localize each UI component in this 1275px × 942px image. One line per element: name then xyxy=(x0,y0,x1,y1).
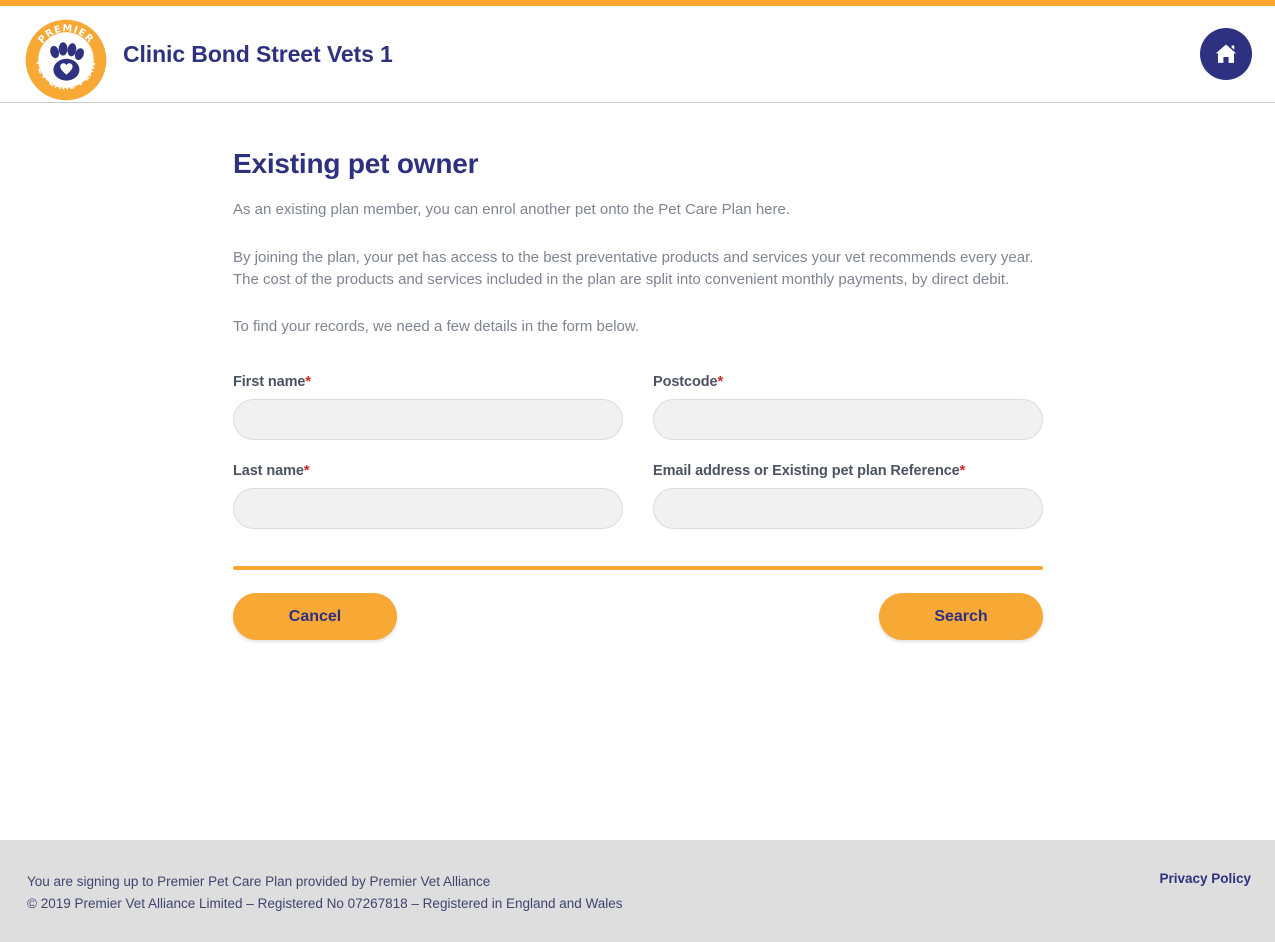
search-button[interactable]: Search xyxy=(879,593,1043,640)
clinic-title: Clinic Bond Street Vets 1 xyxy=(123,40,393,67)
main-content: Existing pet owner As an existing plan m… xyxy=(0,103,1275,840)
privacy-policy-link[interactable]: Privacy Policy xyxy=(1159,871,1251,886)
form-actions: Cancel Search xyxy=(233,593,1043,643)
email-or-reference-input[interactable] xyxy=(653,488,1043,529)
footer-legal-text: You are signing up to Premier Pet Care P… xyxy=(27,871,623,915)
home-button[interactable] xyxy=(1200,28,1252,80)
header-inner: PREMIER PET CARE PLAN Clinic Bond Street… xyxy=(0,6,1275,102)
intro-paragraph-2: By joining the plan, your pet has access… xyxy=(233,249,1034,288)
last-name-label: Last name* xyxy=(233,463,623,479)
last-name-label-text: Last name xyxy=(233,463,304,479)
premier-pet-care-plan-logo: PREMIER PET CARE PLAN xyxy=(24,18,108,102)
first-name-input[interactable] xyxy=(233,399,623,440)
field-first-name: First name* xyxy=(233,374,623,440)
existing-pet-owner-form: First name* Postcode* Last name* Email a… xyxy=(233,374,1043,529)
required-asterisk: * xyxy=(303,463,310,479)
home-icon xyxy=(1215,44,1237,63)
page-title: Existing pet owner xyxy=(233,148,479,179)
footer-line-1: You are signing up to Premier Pet Care P… xyxy=(27,874,491,889)
first-name-label: First name* xyxy=(233,374,623,390)
last-name-input[interactable] xyxy=(233,488,623,529)
email-or-reference-label-text: Email address or Existing pet plan Refer… xyxy=(653,463,960,479)
site-header: PREMIER PET CARE PLAN Clinic Bond Street… xyxy=(0,6,1275,103)
content-column: Existing pet owner As an existing plan m… xyxy=(233,103,1043,643)
required-asterisk: * xyxy=(959,463,966,479)
first-name-label-text: First name xyxy=(233,374,306,390)
intro-paragraph-1: As an existing plan member, you can enro… xyxy=(233,201,791,218)
postcode-label-text: Postcode xyxy=(653,374,718,390)
postcode-input[interactable] xyxy=(653,399,1043,440)
postcode-label: Postcode* xyxy=(653,374,1043,390)
site-footer: You are signing up to Premier Pet Care P… xyxy=(0,840,1275,942)
required-asterisk: * xyxy=(717,374,724,390)
field-postcode: Postcode* xyxy=(653,374,1043,440)
footer-line-2: © 2019 Premier Vet Alliance Limited – Re… xyxy=(27,896,623,911)
intro-paragraph-3: To find your records, we need a few deta… xyxy=(233,318,640,335)
required-asterisk: * xyxy=(305,374,311,390)
field-email-or-reference: Email address or Existing pet plan Refer… xyxy=(653,463,1043,529)
cancel-button[interactable]: Cancel xyxy=(233,593,397,640)
form-divider xyxy=(233,566,1043,570)
field-last-name: Last name* xyxy=(233,463,623,529)
email-or-reference-label: Email address or Existing pet plan Refer… xyxy=(653,463,1043,479)
